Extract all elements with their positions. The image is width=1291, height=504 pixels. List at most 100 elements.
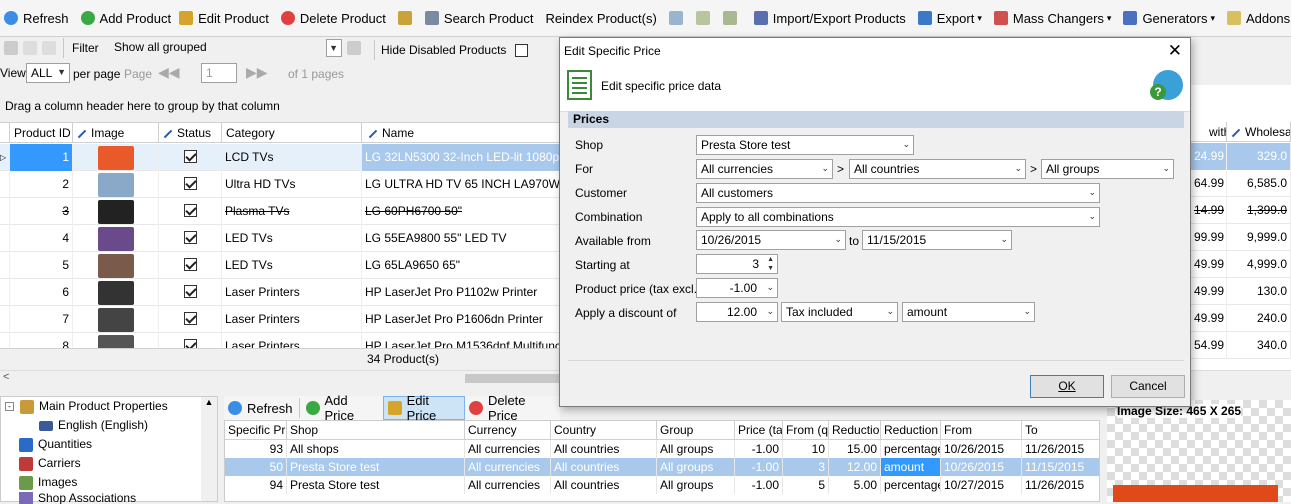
table-row[interactable]: 5 LED TVs LG 65LA9650 65" (0, 252, 560, 279)
tree-shop-associations[interactable]: Shop Associations (1, 492, 217, 504)
col-wholesale[interactable]: Wholesale (1227, 122, 1291, 142)
copy-button[interactable] (665, 6, 692, 30)
delete-price-button[interactable]: Delete Price (465, 393, 560, 423)
cancel-button[interactable]: Cancel (1111, 375, 1185, 398)
from-date-picker[interactable]: 10/26/2015 ⌄ (696, 230, 846, 250)
table-row[interactable]: 6 Laser Printers HP LaserJet Pro P1102w Pr… (0, 279, 560, 306)
paste-button[interactable] (692, 6, 719, 30)
edit-product-button[interactable]: Edit Product (175, 6, 273, 30)
table-row[interactable]: 3 Plasma TVs LG 60PH6700 50" (0, 198, 560, 225)
combination-select[interactable]: Apply to all combinations ⌄ (696, 207, 1100, 227)
table-row[interactable]: 49.99 240.0 (1191, 305, 1291, 332)
discount-input[interactable]: 12.00 ⌄ (696, 302, 778, 322)
price-col-header[interactable]: To (1022, 421, 1099, 440)
cell-status[interactable] (159, 171, 222, 198)
stepper-arrows-icon[interactable]: ▲ ▼ (767, 255, 774, 273)
country-select[interactable]: All countries ⌄ (849, 159, 1026, 179)
status-checkbox[interactable] (183, 177, 197, 190)
col-with-tax[interactable]: with Ta (1191, 122, 1227, 142)
scroll-thumb[interactable] (465, 374, 565, 383)
delete-product-button[interactable]: Delete Product (277, 6, 390, 30)
price-col-header[interactable]: From (941, 421, 1022, 440)
status-checkbox[interactable] (183, 339, 197, 348)
product-price-input[interactable]: -1.00 ⌄ (696, 278, 778, 298)
table-row[interactable]: 49.99 130.0 (1191, 278, 1291, 305)
table-row[interactable]: 7 Laser Printers HP LaserJet Pro P1606dn P… (0, 306, 560, 333)
currency-select[interactable]: All currencies ⌄ (696, 159, 833, 179)
import-export-button[interactable]: Import/Export Products (750, 6, 910, 30)
col-status[interactable]: Status (159, 123, 222, 143)
edit-price-button[interactable]: Edit Price (382, 393, 465, 423)
table-row[interactable]: 24.99 329.0 (1191, 143, 1291, 170)
group-select[interactable]: All groups ⌄ (1041, 159, 1174, 179)
mass-changers-dropdown[interactable]: Mass Changers (990, 6, 1116, 30)
cell-status[interactable] (159, 333, 222, 348)
first-page-icon[interactable]: ◀◀ (158, 64, 180, 81)
price-col-header[interactable]: Reduction T (881, 421, 941, 440)
tree-english[interactable]: English (English) (1, 416, 217, 435)
tree-scrollbar[interactable]: ▲ (201, 397, 217, 501)
clipboard-button[interactable] (719, 6, 746, 30)
price-refresh-button[interactable]: Refresh (224, 396, 297, 420)
cell-status[interactable] (159, 144, 222, 171)
tree-carriers[interactable]: Carriers (1, 454, 217, 473)
table-row[interactable]: 54.99 340.0 (1191, 332, 1291, 359)
price-col-header[interactable]: Group (657, 421, 735, 440)
col-category[interactable]: Category (222, 123, 362, 143)
discount-type-select[interactable]: amount ⌄ (902, 302, 1035, 322)
table-row[interactable]: 99.99 9,999.0 (1191, 224, 1291, 251)
filter-select[interactable]: Show all grouped (110, 38, 342, 58)
status-checkbox[interactable] (183, 258, 197, 271)
table-row[interactable]: 14.99 1,399.0 (1191, 197, 1291, 224)
col-product-id[interactable]: Product ID (10, 123, 73, 143)
price-col-header[interactable]: From (qu (783, 421, 829, 440)
cell-status[interactable] (159, 279, 222, 306)
search-product-button[interactable]: Search Product (421, 6, 538, 30)
cell-status[interactable] (159, 198, 222, 225)
table-row[interactable]: 49.99 4,999.0 (1191, 251, 1291, 278)
binoculars-button[interactable] (394, 6, 421, 30)
col-image[interactable]: Image (73, 123, 159, 143)
shop-select[interactable]: Presta Store test ⌄ (696, 135, 914, 155)
cell-status[interactable] (159, 252, 222, 279)
refresh-button[interactable]: Refresh (0, 6, 73, 30)
starting-at-stepper[interactable]: 3 ▲ ▼ (696, 254, 778, 274)
price-row[interactable]: 50 Presta Store test All currencies All cou… (225, 458, 1099, 476)
status-checkbox[interactable] (183, 312, 197, 325)
tree-main-properties[interactable]: - Main Product Properties (1, 397, 217, 416)
hide-disabled-checkbox[interactable]: Hide Disabled Products (372, 40, 529, 60)
status-checkbox[interactable] (183, 204, 197, 217)
clear-filter-icon[interactable] (347, 41, 361, 55)
table-row[interactable]: 2 Ultra HD TVs LG ULTRA HD TV 65 INCH LA97… (0, 171, 560, 198)
col-name[interactable]: Name (362, 123, 560, 143)
price-col-header[interactable]: Country (551, 421, 657, 440)
next-page-icon[interactable]: ▶▶ (246, 64, 268, 81)
price-col-header[interactable]: Specific Pric (225, 421, 287, 440)
view-count-select[interactable]: ALL ▼ (26, 63, 70, 83)
scroll-left-icon[interactable]: < (3, 371, 9, 383)
price-col-header[interactable]: Currency (465, 421, 551, 440)
to-date-picker[interactable]: 11/15/2015 ⌄ (862, 230, 1012, 250)
customer-select[interactable]: All customers ⌄ (696, 183, 1100, 203)
status-checkbox[interactable] (183, 150, 197, 163)
add-price-button[interactable]: Add Price (302, 393, 383, 423)
filter-dropdown-arrow[interactable]: ▼ (326, 39, 342, 57)
generators-dropdown[interactable]: Generators (1119, 6, 1219, 30)
price-row[interactable]: 93 All shops All currencies All countries Al… (225, 440, 1099, 458)
tax-select[interactable]: Tax included ⌄ (781, 302, 898, 322)
close-icon[interactable]: ✕ (1168, 38, 1182, 64)
add-product-button[interactable]: Add Product (77, 6, 176, 30)
collapse-icon[interactable]: - (5, 402, 14, 411)
table-row[interactable]: ▷ 1 LCD TVs LG 32LN5300 32-Inch LED-lit 108… (0, 144, 560, 171)
status-checkbox[interactable] (183, 285, 197, 298)
status-checkbox[interactable] (183, 231, 197, 244)
table-row[interactable]: 4 LED TVs LG 55EA9800 55" LED TV (0, 225, 560, 252)
tree-quantities[interactable]: Quantities (1, 435, 217, 454)
addons-dropdown[interactable]: Addons (1223, 6, 1291, 30)
export-dropdown[interactable]: Export (914, 6, 986, 30)
price-col-header[interactable]: Shop (287, 421, 465, 440)
reindex-button[interactable]: Reindex Product(s) (542, 6, 661, 30)
tree-images[interactable]: Images (1, 473, 217, 492)
cell-status[interactable] (159, 225, 222, 252)
price-col-header[interactable]: Reduction (829, 421, 881, 440)
